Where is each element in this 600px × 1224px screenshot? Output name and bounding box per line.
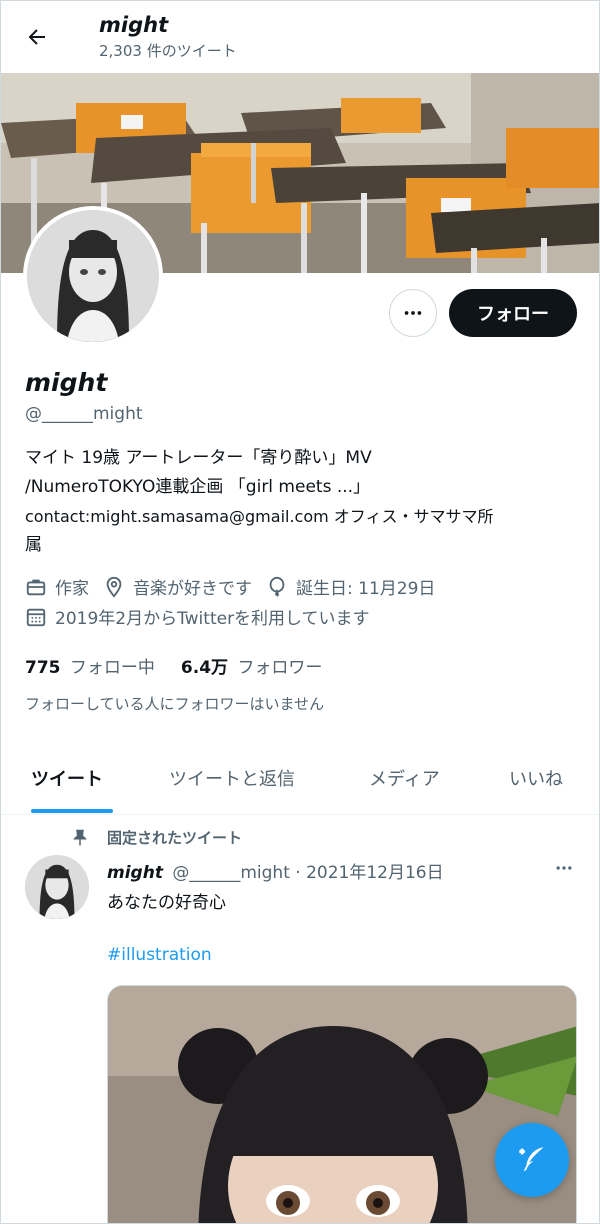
arrow-left-icon	[28, 29, 45, 45]
active-tab-indicator	[31, 809, 113, 813]
profile-page: might 2,303 件のツイート フォロー might @______mig…	[0, 0, 600, 1224]
bio-line: contact:might.samasama@gmail.com オフィス・サマ…	[25, 507, 494, 526]
occupation-item: 作家	[25, 574, 89, 599]
profile-bio: マイト 19歳 アートレーター「寄り酔い」MV /NumeroTOKYO連載企画…	[25, 444, 585, 560]
location-item: 音楽が好きです	[103, 574, 252, 599]
tweet-text: あなたの好奇心	[107, 893, 226, 913]
location-text: 音楽が好きです	[133, 579, 252, 599]
tab-media[interactable]: メディア	[369, 765, 440, 791]
profile-tabs: ツイート ツイートと返信 メディア いいね	[1, 745, 599, 815]
balloon-icon	[269, 576, 285, 597]
back-button[interactable]	[17, 17, 57, 57]
tweet-avatar-portrait	[25, 855, 89, 919]
birthday-text: 誕生日: 11月29日	[296, 579, 436, 599]
profile-avatar-frame[interactable]	[23, 206, 163, 346]
header-tweet-count: 2,303 件のツイート	[99, 42, 237, 60]
occupation-text: 作家	[55, 579, 89, 599]
following-count: 775	[25, 658, 61, 678]
location-pin-icon	[106, 576, 122, 598]
birthday-item: 誕生日: 11月29日	[266, 574, 435, 599]
tweet-author-handle[interactable]: @______might	[172, 863, 290, 883]
tweet-header: might @______might · 2021年12月16日	[107, 858, 444, 883]
tweet-media-image[interactable]	[107, 985, 577, 1223]
more-horizontal-icon	[404, 311, 422, 315]
bio-line: /NumeroTOKYO連載企画 「girl meets ...」	[25, 477, 371, 497]
followers-label: フォロワー	[237, 658, 323, 678]
more-horizontal-icon	[556, 866, 572, 870]
follow-stats: 775 フォロー中 6.4万 フォロワー	[25, 653, 348, 678]
mutual-followers-note: フォローしている人にフォロワーはいません	[25, 695, 325, 713]
tweet-more-button[interactable]	[549, 853, 579, 883]
calendar-icon	[26, 608, 46, 626]
profile-handle: @______might	[25, 404, 143, 424]
compose-tweet-button[interactable]	[495, 1123, 569, 1197]
compose-tweet-icon	[519, 1147, 544, 1172]
follow-button[interactable]: フォロー	[449, 289, 577, 337]
tweet-hashtag[interactable]: #illustration	[107, 945, 212, 965]
joined-item: 2019年2月からTwitterを利用しています	[25, 604, 370, 629]
top-bar: might 2,303 件のツイート	[1, 1, 599, 73]
followers-link[interactable]: 6.4万 フォロワー	[181, 653, 323, 678]
more-options-button[interactable]	[389, 289, 437, 337]
avatar-portrait	[27, 210, 159, 342]
bio-line: 属	[25, 535, 42, 555]
briefcase-icon	[26, 579, 46, 595]
followers-count: 6.4万	[180, 658, 229, 678]
tweet-author-name[interactable]: might	[107, 863, 163, 883]
pinned-tweet-label: 固定されたツイート	[71, 827, 242, 848]
profile-meta-row: 作家 音楽が好きです 誕生日: 11月29日	[25, 574, 449, 599]
header-title: might	[99, 13, 169, 37]
bio-line: マイト 19歳 アートレーター「寄り酔い」MV	[25, 448, 372, 468]
avatar	[27, 210, 159, 342]
pinned-text: 固定されたツイート	[107, 829, 243, 847]
tab-tweets-and-replies[interactable]: ツイートと返信	[169, 765, 295, 791]
tab-tweets[interactable]: ツイート	[31, 765, 103, 791]
tab-likes[interactable]: いいね	[509, 765, 563, 791]
illustration-girl-image	[108, 986, 576, 1223]
tweet-date[interactable]: · 2021年12月16日	[295, 863, 443, 883]
joined-text: 2019年2月からTwitterを利用しています	[55, 609, 370, 629]
tweet-avatar[interactable]	[25, 855, 89, 919]
profile-name: might	[25, 368, 108, 397]
pin-icon	[72, 829, 88, 845]
following-link[interactable]: 775 フォロー中	[25, 653, 155, 678]
profile-joined-row: 2019年2月からTwitterを利用しています	[25, 604, 384, 629]
following-label: フォロー中	[69, 658, 155, 678]
